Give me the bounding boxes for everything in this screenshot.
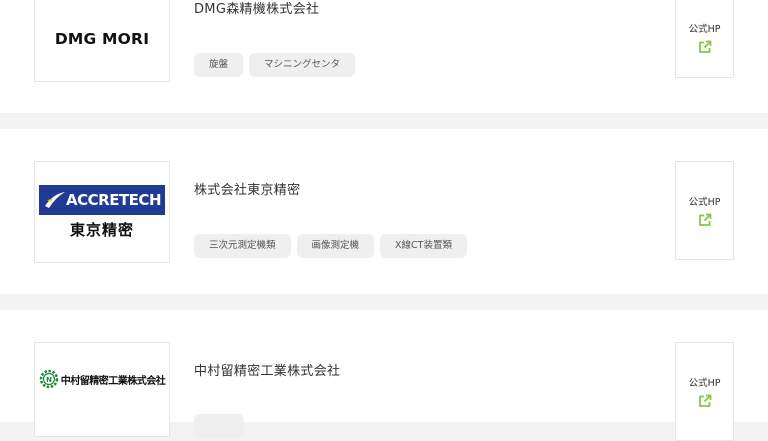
official-hp-button[interactable]: 公式HP xyxy=(675,161,734,260)
official-hp-label: 公式HP xyxy=(688,23,721,35)
svg-text:N: N xyxy=(46,376,52,384)
category-tag[interactable]: 三次元測定機類 xyxy=(194,234,291,258)
category-tag[interactable]: マシニングセンタ xyxy=(249,53,356,77)
company-card: N 中村留精密工業株式会社 中村留精密工業株式会社 公式HP xyxy=(0,310,768,441)
accretech-logo: ACCRETECH 東京精密 xyxy=(39,184,165,240)
nakamura-gear-icon: N xyxy=(39,369,58,389)
accretech-logo-band: ACCRETECH xyxy=(39,184,165,215)
official-hp-label: 公式HP xyxy=(688,197,721,208)
official-hp-button[interactable]: 公式HP xyxy=(675,0,734,78)
category-tag[interactable] xyxy=(194,414,244,438)
company-name[interactable]: 株式会社東京精密 xyxy=(194,179,300,198)
external-link-icon xyxy=(698,394,711,407)
category-tags: 三次元測定機類 画像測定機 X線CT装置類 xyxy=(194,234,467,258)
category-tag[interactable]: 旋盤 xyxy=(194,53,244,77)
company-name[interactable]: 中村留精密工業株式会社 xyxy=(194,360,340,379)
external-link-icon xyxy=(698,213,711,226)
company-card: ACCRETECH 東京精密 株式会社東京精密 三次元測定機類 画像測定機 X線… xyxy=(0,129,768,294)
category-tags: 旋盤 マシニングセンタ xyxy=(194,53,356,77)
external-link-icon xyxy=(698,40,711,53)
category-tags xyxy=(194,414,244,438)
company-logo[interactable]: N 中村留精密工業株式会社 xyxy=(34,342,170,437)
official-hp-button[interactable]: 公式HP xyxy=(675,342,734,441)
accretech-logo-text: ACCRETECH xyxy=(66,190,161,209)
company-logo[interactable]: DMG MORI xyxy=(34,0,170,82)
nakamura-logo-text: 中村留精密工業株式会社 xyxy=(60,375,166,387)
accretech-logo-subtext: 東京精密 xyxy=(69,220,134,239)
category-tag[interactable]: X線CT装置類 xyxy=(380,234,467,258)
company-name[interactable]: DMG森精機株式会社 xyxy=(194,0,319,17)
accretech-swoosh-icon xyxy=(45,191,65,208)
nakamura-logo: N 中村留精密工業株式会社 xyxy=(39,369,166,389)
category-tag[interactable]: 画像測定機 xyxy=(296,234,375,258)
official-hp-label: 公式HP xyxy=(688,378,721,389)
company-logo[interactable]: ACCRETECH 東京精密 xyxy=(34,161,170,263)
company-card: DMG MORI DMG森精機株式会社 旋盤 マシニングセンタ 公式HP xyxy=(0,0,768,113)
dmg-mori-logo: DMG MORI xyxy=(54,30,150,48)
